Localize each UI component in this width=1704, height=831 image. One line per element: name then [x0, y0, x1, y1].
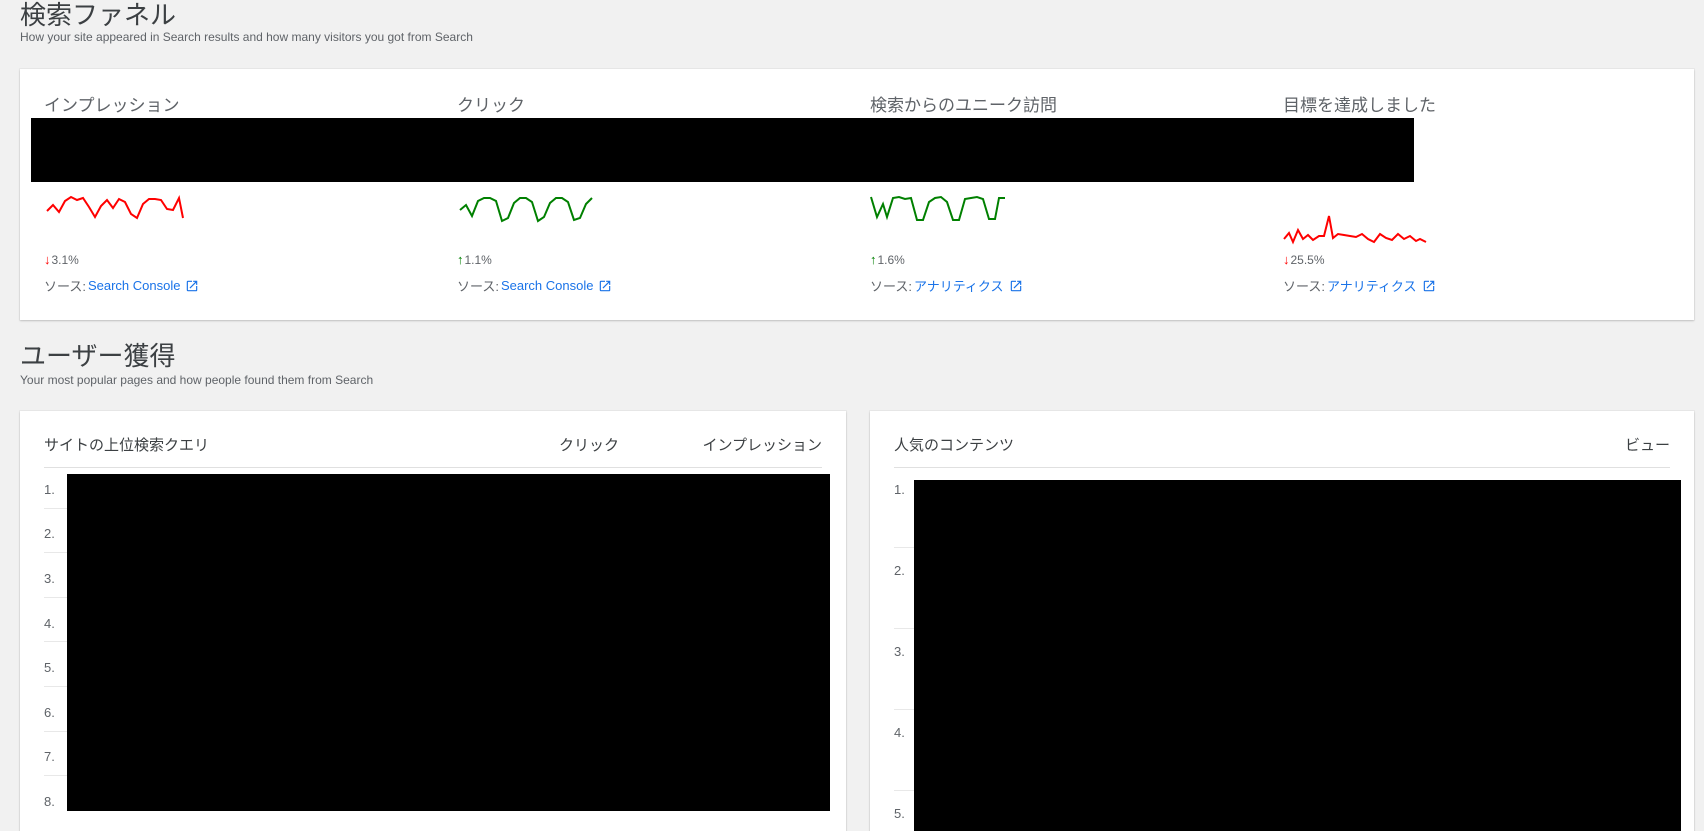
- redacted-metric-values: [31, 118, 1414, 182]
- open-in-new-icon[interactable]: [1009, 279, 1023, 293]
- funnel-subtitle: How your site appeared in Search results…: [20, 30, 473, 44]
- clicks-sparkline: [459, 197, 593, 223]
- funnel-title: 検索ファネル: [20, 0, 177, 30]
- row-divider: [894, 628, 916, 629]
- source-prefix: ソース:: [1283, 279, 1325, 294]
- metric-label: 目標を達成しました: [1283, 96, 1436, 115]
- queries-table-header: サイトの上位検索クエリ クリック インプレッション: [44, 411, 822, 468]
- popular-content-card: 人気のコンテンツ ビュー 1. 2. 3. 4. 5.: [870, 411, 1694, 831]
- metric-label: クリック: [457, 96, 525, 115]
- metric-change: ↓25.5%: [1283, 252, 1325, 267]
- table-row: 4.: [894, 725, 905, 740]
- funnel-card: インプレッション ↓3.1% ソース: Search Console クリック …: [20, 69, 1694, 320]
- arrow-up-icon: ↑: [457, 252, 464, 267]
- source-prefix: ソース:: [870, 279, 912, 294]
- column-header-query: サイトの上位検索クエリ: [44, 437, 210, 454]
- table-row: 1.: [44, 482, 55, 497]
- row-divider: [44, 552, 68, 553]
- table-row: 4.: [44, 616, 55, 631]
- table-row: 6.: [44, 705, 55, 720]
- metric-source: ソース: アナリティクス: [1283, 276, 1436, 295]
- column-header-content: 人気のコンテンツ: [894, 437, 1015, 454]
- change-value: 1.6%: [877, 253, 905, 267]
- arrow-up-icon: ↑: [870, 252, 877, 267]
- column-header-clicks[interactable]: クリック: [559, 434, 619, 455]
- change-value: 25.5%: [1290, 253, 1325, 267]
- source-link-analytics[interactable]: アナリティクス: [1327, 276, 1417, 295]
- column-header-impressions[interactable]: インプレッション: [702, 434, 822, 455]
- table-row: 5.: [44, 660, 55, 675]
- table-row: 5.: [894, 806, 905, 821]
- row-divider: [44, 597, 68, 598]
- metric-change: ↓3.1%: [44, 252, 79, 267]
- row-divider: [894, 547, 916, 548]
- impressions-sparkline: [46, 194, 184, 220]
- table-row: 7.: [44, 749, 55, 764]
- metric-label: インプレッション: [44, 96, 180, 115]
- change-value: 3.1%: [51, 253, 79, 267]
- source-prefix: ソース:: [44, 279, 86, 294]
- redacted-query-rows: [67, 474, 830, 811]
- arrow-down-icon: ↓: [1283, 252, 1290, 267]
- acquisition-subtitle: Your most popular pages and how people f…: [20, 373, 374, 387]
- column-header-views[interactable]: ビュー: [1625, 434, 1670, 455]
- unique-visits-sparkline: [870, 195, 1005, 221]
- metric-source: ソース: Search Console: [44, 276, 199, 295]
- metric-source: ソース: アナリティクス: [870, 276, 1023, 295]
- metric-change: ↑1.1%: [457, 252, 492, 267]
- content-table-header: 人気のコンテンツ ビュー: [894, 411, 1670, 468]
- table-row: 3.: [894, 644, 905, 659]
- metric-label: 検索からのユニーク訪問: [870, 96, 1057, 115]
- source-link-analytics[interactable]: アナリティクス: [914, 276, 1004, 295]
- acquisition-title: ユーザー獲得: [20, 341, 176, 371]
- source-link-search-console[interactable]: Search Console: [88, 278, 181, 293]
- top-queries-card: サイトの上位検索クエリ クリック インプレッション 1. 2. 3. 4. 5.…: [20, 411, 846, 831]
- open-in-new-icon[interactable]: [598, 279, 612, 293]
- row-divider: [44, 508, 68, 509]
- table-row: 3.: [44, 571, 55, 586]
- redacted-content-rows: [914, 480, 1681, 831]
- row-divider: [894, 790, 916, 791]
- table-row: 2.: [894, 563, 905, 578]
- row-divider: [894, 709, 916, 710]
- source-link-search-console[interactable]: Search Console: [501, 278, 594, 293]
- change-value: 1.1%: [464, 253, 492, 267]
- row-divider: [44, 775, 68, 776]
- open-in-new-icon[interactable]: [185, 279, 199, 293]
- table-row: 2.: [44, 526, 55, 541]
- row-divider: [44, 641, 68, 642]
- metric-source: ソース: Search Console: [457, 276, 612, 295]
- row-divider: [44, 731, 68, 732]
- open-in-new-icon[interactable]: [1422, 279, 1436, 293]
- arrow-down-icon: ↓: [44, 252, 51, 267]
- table-row: 8.: [44, 794, 55, 809]
- table-row: 1.: [894, 482, 905, 497]
- row-divider: [44, 686, 68, 687]
- source-prefix: ソース:: [457, 279, 499, 294]
- metric-change: ↑1.6%: [870, 252, 905, 267]
